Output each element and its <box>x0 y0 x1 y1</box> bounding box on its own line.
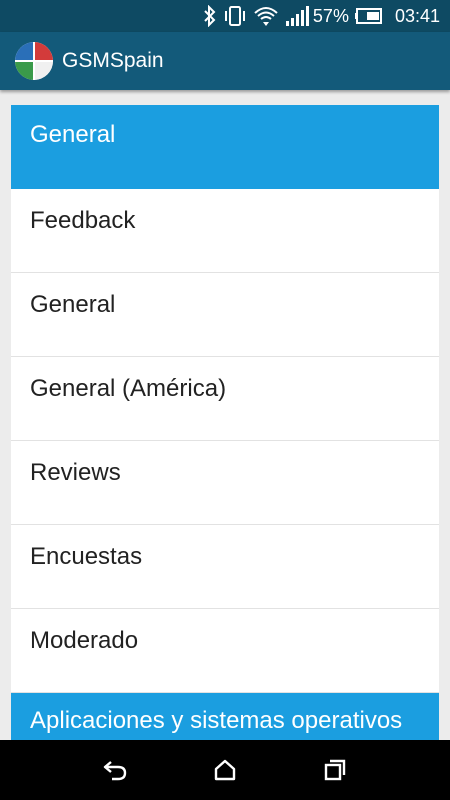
vibrate-icon <box>223 4 247 28</box>
status-bar: 57% 03:41 <box>0 0 450 32</box>
bluetooth-icon <box>203 4 217 28</box>
app-bar: GSMSpain <box>0 32 450 90</box>
list-item-moderado[interactable]: Moderado <box>11 609 439 693</box>
section-header-aplicaciones[interactable]: Aplicaciones y sistemas operativos <box>11 693 439 740</box>
battery-icon <box>354 4 383 28</box>
list-item-feedback[interactable]: Feedback <box>11 189 439 273</box>
section-header-general[interactable]: General <box>11 105 439 189</box>
wifi-icon <box>253 4 279 28</box>
navigation-bar <box>0 740 450 800</box>
gsmspain-logo[interactable] <box>14 41 54 81</box>
list-item-encuestas[interactable]: Encuestas <box>11 525 439 609</box>
back-icon[interactable] <box>95 750 135 790</box>
home-icon[interactable] <box>205 750 245 790</box>
recents-icon[interactable] <box>315 750 355 790</box>
forum-list[interactable]: General Feedback General General (Améric… <box>0 90 450 740</box>
app-title: GSMSpain <box>62 49 164 72</box>
signal-icon <box>285 4 309 28</box>
clock: 03:41 <box>394 5 440 26</box>
battery-percent: 57% <box>312 5 349 26</box>
list-item-general[interactable]: General <box>11 273 439 357</box>
list-item-reviews[interactable]: Reviews <box>11 441 439 525</box>
list-item-general-america[interactable]: General (América) <box>11 357 439 441</box>
forum-card: General Feedback General General (Améric… <box>11 105 439 740</box>
screen: 57% 03:41 GSMSpain General Feedback Gene… <box>0 0 450 800</box>
